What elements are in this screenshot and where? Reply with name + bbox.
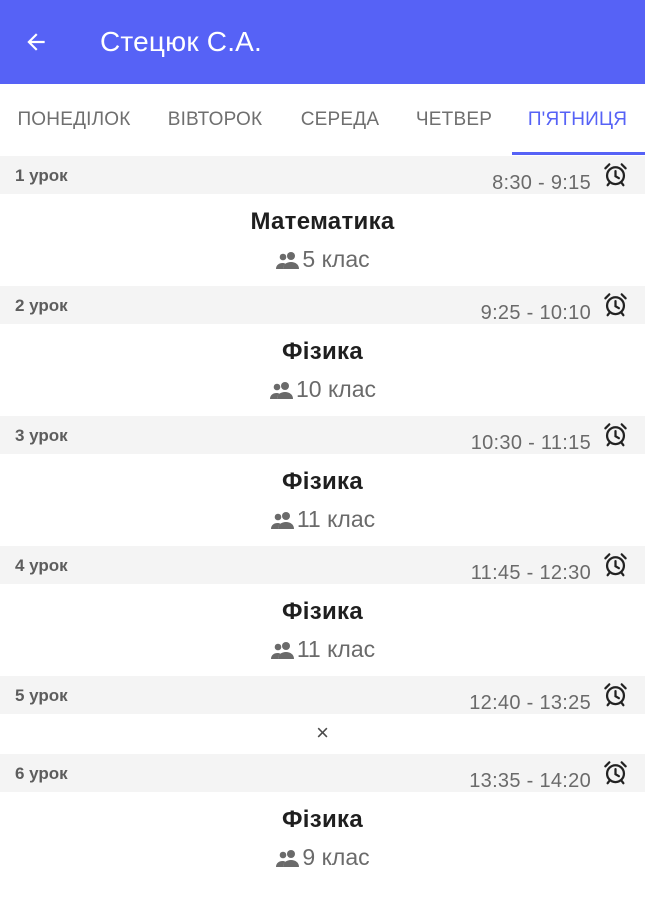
class-label: 5 клас <box>302 246 370 272</box>
subject-name: Фізика <box>282 598 363 625</box>
group-icon <box>269 381 293 399</box>
subject-name: Фізика <box>282 468 363 495</box>
lesson-number: 1 урок <box>15 166 68 185</box>
lesson-number: 2 урок <box>15 296 68 315</box>
alarm-clock-icon <box>604 683 627 707</box>
lesson-time: 9:25 - 10:10 <box>480 302 591 324</box>
lesson-number: 4 урок <box>15 556 68 575</box>
class-info: 9 клас <box>0 844 645 871</box>
class-info: 11 клас <box>0 636 645 663</box>
alarm-clock-icon <box>604 423 627 447</box>
lesson-header: 1 урок 8:30 - 9:15 <box>0 156 645 194</box>
lesson-time: 8:30 - 9:15 <box>492 172 591 194</box>
lesson-card[interactable]: Фізика 10 клас <box>0 324 645 416</box>
group-icon <box>276 251 300 269</box>
lesson-card[interactable]: Фізика 11 клас <box>0 454 645 546</box>
tab-monday[interactable]: ПОНЕДІЛОК <box>0 84 148 156</box>
lesson-header: 6 урок 13:35 - 14:20 <box>0 754 645 792</box>
class-label: 11 клас <box>296 636 376 662</box>
lesson-list: 1 урок 8:30 - 9:15 Математика 5 клас 2 у… <box>0 156 645 884</box>
class-label: 11 клас <box>296 506 376 532</box>
back-button[interactable] <box>20 27 52 57</box>
alarm-clock-icon <box>604 553 627 577</box>
subject-name: Фізика <box>282 338 363 365</box>
lesson-time: 11:45 - 12:30 <box>470 562 591 584</box>
tab-friday[interactable]: П'ЯТНИЦЯ <box>510 84 645 156</box>
lesson-card-empty[interactable]: × <box>0 714 645 754</box>
arrow-left-icon <box>27 33 45 51</box>
lesson-header: 3 урок 10:30 - 11:15 <box>0 416 645 454</box>
tab-tuesday[interactable]: ВІВТОРОК <box>148 84 282 156</box>
group-icon <box>270 641 294 659</box>
alarm-clock-icon <box>604 163 627 187</box>
tab-wednesday[interactable]: СЕРЕДА <box>282 84 398 156</box>
lesson-header: 2 урок 9:25 - 10:10 <box>0 286 645 324</box>
subject-name: Фізика <box>282 806 363 833</box>
lesson-card[interactable]: Фізика 9 клас <box>0 792 645 884</box>
page-title: Стецюк С.А. <box>100 26 263 57</box>
tab-thursday[interactable]: ЧЕТВЕР <box>398 84 510 156</box>
class-info: 5 клас <box>0 246 645 273</box>
active-tab-indicator <box>512 152 645 155</box>
group-icon <box>276 849 300 867</box>
lesson-card[interactable]: Математика 5 клас <box>0 194 645 286</box>
lesson-header: 4 урок 11:45 - 12:30 <box>0 546 645 584</box>
lesson-number: 6 урок <box>15 764 68 783</box>
class-label: 10 клас <box>295 376 376 402</box>
day-tabs: ПОНЕДІЛОК ВІВТОРОК СЕРЕДА ЧЕТВЕР П'ЯТНИЦ… <box>0 84 645 156</box>
subject-name: Математика <box>250 208 395 235</box>
alarm-clock-icon <box>604 761 627 785</box>
group-icon <box>270 511 294 529</box>
class-info: 10 клас <box>0 376 645 403</box>
alarm-clock-icon <box>604 293 627 317</box>
app-bar: Стецюк С.А. <box>0 0 645 84</box>
class-label: 9 клас <box>302 844 370 870</box>
no-lesson-mark: × <box>316 720 329 745</box>
lesson-card[interactable]: Фізика 11 клас <box>0 584 645 676</box>
lesson-time: 12:40 - 13:25 <box>469 692 591 714</box>
class-info: 11 клас <box>0 506 645 533</box>
lesson-time: 10:30 - 11:15 <box>470 432 591 454</box>
lesson-time: 13:35 - 14:20 <box>469 770 591 792</box>
lesson-number: 5 урок <box>15 686 68 705</box>
lesson-header: 5 урок 12:40 - 13:25 <box>0 676 645 714</box>
lesson-number: 3 урок <box>15 426 68 445</box>
